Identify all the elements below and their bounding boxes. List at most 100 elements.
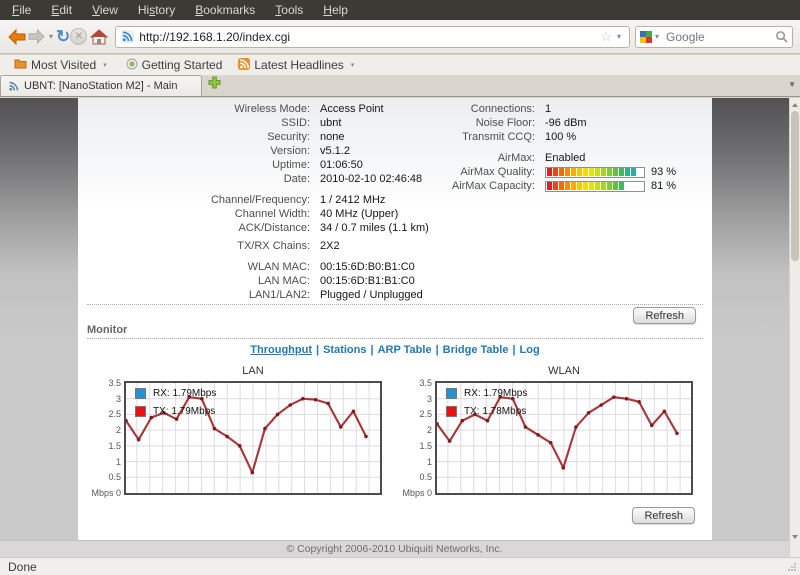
menu-view[interactable]: View <box>82 0 128 20</box>
page-icon <box>126 58 138 73</box>
stats-table-left: Wireless Mode:Access PointSSID:ubntSecur… <box>78 102 429 302</box>
stat-row: Uptime: 01:06:50 <box>78 158 429 172</box>
stat-label: Version: <box>78 145 310 158</box>
refresh-row-top: Refresh <box>78 305 712 324</box>
refresh-row-bottom: Refresh <box>78 495 712 531</box>
resize-grip[interactable] <box>787 562 797 572</box>
bookmark-latest-headlines[interactable]: Latest Headlines▾ <box>230 55 365 76</box>
url-dropdown-caret[interactable]: ▾ <box>614 32 624 41</box>
stat-row: WLAN MAC:00:15:6D:B0:B1:C0 <box>78 260 429 274</box>
stat-row: Wireless Mode: Access Point <box>78 102 429 116</box>
stat-row: Date:2010-02-10 02:46:48 <box>78 172 429 186</box>
monitor-link-throughput[interactable]: Throughput <box>250 344 312 356</box>
stat-row: AirMax:Enabled <box>378 151 676 165</box>
stat-row: LAN MAC: 00:15:6D:B1:B1:C0 <box>78 274 429 288</box>
vertical-scrollbar[interactable] <box>789 98 800 557</box>
stat-label: Transmit CCQ: <box>378 131 535 144</box>
bookmark-getting-started[interactable]: Getting Started <box>118 55 231 76</box>
airmax-bar <box>545 181 645 192</box>
menu-edit[interactable]: Edit <box>41 0 82 20</box>
url-input[interactable] <box>139 30 598 44</box>
menu-help[interactable]: Help <box>313 0 358 20</box>
navigation-toolbar: ▾ ↻ ✕ ☆ ▾ ▾ <box>0 20 800 54</box>
stat-value: 40 MHz (Upper) <box>320 208 398 221</box>
stat-row: AirMax Quality:93 % <box>378 165 676 179</box>
scroll-down-arrow-icon[interactable] <box>790 531 800 543</box>
stat-label: LAN MAC: <box>78 275 310 288</box>
home-button[interactable] <box>90 24 108 50</box>
stats-table-right: Connections:1Noise Floor:-96 dBmTransmit… <box>378 102 676 193</box>
stat-row: TX/RX Chains:2X2 <box>78 239 429 253</box>
new-tab-button[interactable] <box>208 76 221 94</box>
scroll-up-arrow-icon[interactable] <box>790 99 800 111</box>
stat-value: Plugged / Unplugged <box>320 289 423 302</box>
legend-label: TX: 1.79Mbps <box>153 406 215 417</box>
y-axis-labels: 3.532.521.510.5Mbps 0 <box>399 381 435 495</box>
folder-icon <box>14 58 27 72</box>
legend-swatch <box>446 406 457 417</box>
lan-chart: LAN3.532.521.510.5Mbps 0RX: 1.79MbpsTX: … <box>88 365 382 495</box>
stat-row: Transmit CCQ:100 % <box>378 130 676 144</box>
tab-ubnt-main[interactable]: UBNT: [NanoStation M2] - Main <box>0 75 202 96</box>
link-separator: | <box>366 344 377 356</box>
y-axis-labels: 3.532.521.510.5Mbps 0 <box>88 381 124 495</box>
search-box[interactable]: ▾ <box>635 26 793 48</box>
monitor-link-bridge-table[interactable]: Bridge Table <box>443 344 509 356</box>
legend-item: RX: 1.79Mbps <box>446 388 527 399</box>
tab-bar: UBNT: [NanoStation M2] - Main ▼ <box>0 76 800 97</box>
stat-row: ACK/Distance:34 / 0.7 miles (1.1 km) <box>78 221 429 235</box>
stop-icon: ✕ <box>70 28 87 45</box>
chart-title: WLAN <box>399 365 693 381</box>
scrollbar-thumb[interactable] <box>791 111 799 261</box>
legend-swatch <box>135 388 146 399</box>
stat-value: 34 / 0.7 miles (1.1 km) <box>320 222 429 235</box>
stat-value: 1 / 2412 MHz <box>320 194 385 207</box>
stat-value: 1 <box>545 103 551 116</box>
stat-row: Version:v5.1.2 <box>78 144 429 158</box>
menu-tools[interactable]: Tools <box>265 0 313 20</box>
list-all-tabs-caret[interactable]: ▼ <box>788 80 796 89</box>
stat-value: 81 % <box>651 180 676 193</box>
search-engine-caret[interactable]: ▾ <box>652 32 662 41</box>
stat-value: 01:06:50 <box>320 159 363 172</box>
monitor-link-log[interactable]: Log <box>520 344 540 356</box>
stop-button[interactable]: ✕ <box>70 24 87 50</box>
reload-button[interactable]: ↻ <box>56 24 70 50</box>
stat-value: 00:15:6D:B1:B1:C0 <box>320 275 415 288</box>
legend-item: TX: 1.79Mbps <box>135 406 216 417</box>
bookmark-most-visited[interactable]: Most Visited▾ <box>6 55 118 76</box>
back-arrow-icon <box>7 29 27 45</box>
forward-button[interactable] <box>27 24 46 50</box>
search-engine-icon[interactable] <box>640 31 652 43</box>
page-footer: © Copyright 2006-2010 Ubiquiti Networks,… <box>0 540 789 557</box>
search-input[interactable] <box>666 30 775 44</box>
stat-label: Wireless Mode: <box>78 103 310 116</box>
rss-icon <box>238 58 250 73</box>
stat-label: Date: <box>78 173 310 186</box>
back-button[interactable] <box>7 24 27 50</box>
bookmark-star-icon[interactable]: ☆ <box>598 29 614 45</box>
home-icon <box>90 29 108 45</box>
page-margin-right <box>712 98 789 540</box>
magnifier-icon[interactable] <box>775 30 788 43</box>
stat-label: Uptime: <box>78 159 310 172</box>
history-dropdown-caret[interactable]: ▾ <box>46 32 56 41</box>
menu-history[interactable]: History <box>128 0 185 20</box>
stat-row: AirMax Capacity:81 % <box>378 179 676 193</box>
menu-file[interactable]: File <box>2 0 41 20</box>
url-bar[interactable]: ☆ ▾ <box>115 26 630 48</box>
page-viewport: Wireless Mode:Access PointSSID:ubntSecur… <box>0 98 800 557</box>
stat-row: SSID:ubnt <box>78 116 429 130</box>
menu-bookmarks[interactable]: Bookmarks <box>185 0 265 20</box>
page-margin-left <box>0 98 78 540</box>
status-text: Done <box>8 560 37 574</box>
monitor-link-arp-table[interactable]: ARP Table <box>378 344 432 356</box>
refresh-button-bottom[interactable]: Refresh <box>632 507 695 524</box>
stat-value: Access Point <box>320 103 384 116</box>
stat-row: Channel Width:40 MHz (Upper) <box>78 207 429 221</box>
legend-label: RX: 1.79Mbps <box>153 388 216 399</box>
charts-row: LAN3.532.521.510.5Mbps 0RX: 1.79MbpsTX: … <box>78 365 712 495</box>
stat-label: Noise Floor: <box>378 117 535 130</box>
refresh-button-top[interactable]: Refresh <box>633 307 696 324</box>
monitor-link-stations[interactable]: Stations <box>323 344 366 356</box>
